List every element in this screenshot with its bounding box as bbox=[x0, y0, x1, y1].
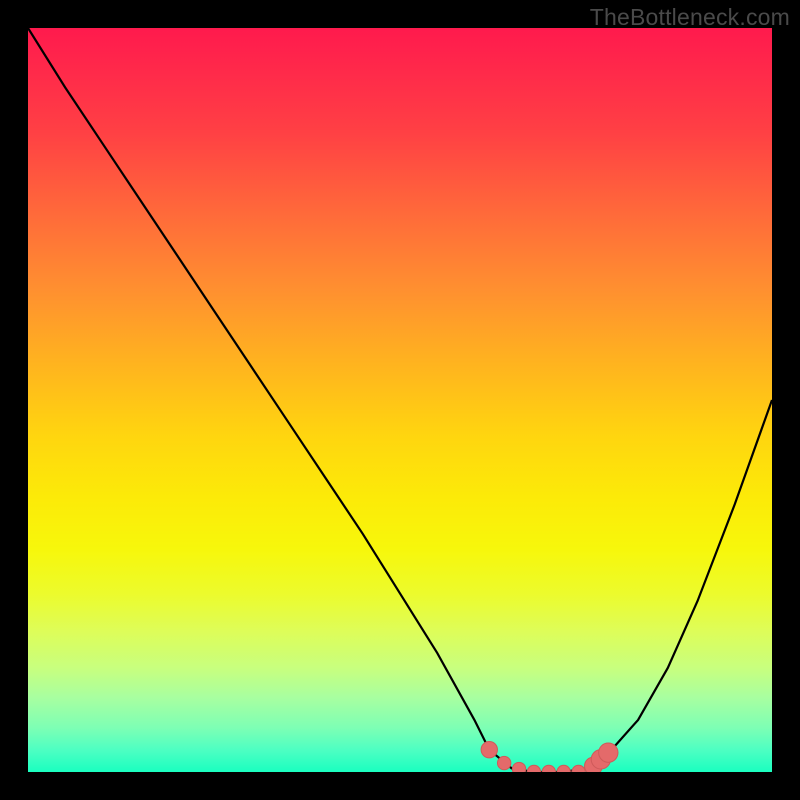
bottleneck-curve bbox=[28, 28, 772, 772]
curve-marker bbox=[497, 756, 510, 769]
curve-marker bbox=[542, 765, 555, 772]
curve-marker bbox=[599, 743, 618, 762]
watermark-text: TheBottleneck.com bbox=[590, 4, 790, 31]
plot-area bbox=[28, 28, 772, 772]
curve-markers bbox=[481, 742, 618, 773]
curve-marker bbox=[572, 765, 585, 772]
curve-marker bbox=[481, 742, 497, 758]
chart-frame: TheBottleneck.com bbox=[0, 0, 800, 800]
curve-marker bbox=[557, 765, 570, 772]
curve-marker bbox=[527, 765, 540, 772]
curve-svg bbox=[28, 28, 772, 772]
curve-marker bbox=[512, 762, 525, 772]
